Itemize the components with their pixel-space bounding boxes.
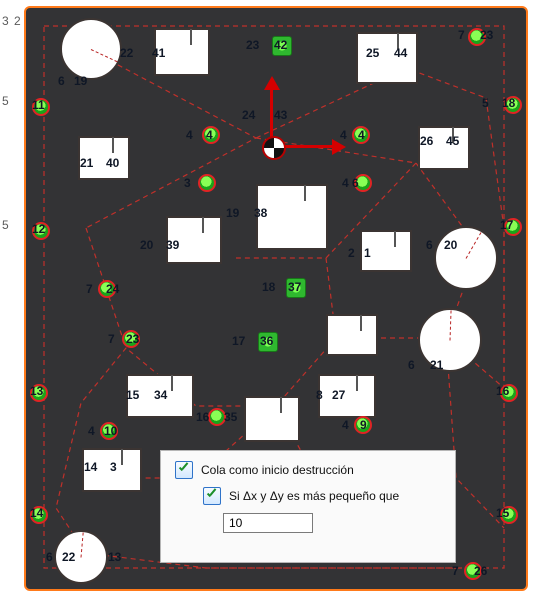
drill-point[interactable] <box>198 174 216 192</box>
drill-point[interactable] <box>354 416 372 434</box>
drill-point[interactable] <box>122 330 140 348</box>
part-circle[interactable] <box>54 530 108 584</box>
part-hole[interactable] <box>258 332 278 352</box>
checkbox-delta-smaller-than[interactable] <box>203 487 221 505</box>
drill-point[interactable] <box>202 126 220 144</box>
drill-point[interactable] <box>468 28 486 46</box>
part-rect[interactable] <box>82 448 142 492</box>
drill-point[interactable] <box>30 384 48 402</box>
drill-point[interactable] <box>500 384 518 402</box>
drill-point[interactable] <box>32 222 50 240</box>
part-hole[interactable] <box>272 36 292 56</box>
part-rect[interactable] <box>356 32 418 84</box>
options-panel: Cola como inicio destrucción Si Δx y Δy … <box>160 450 456 563</box>
origin-symbol[interactable] <box>262 136 286 160</box>
axis-label: 3 <box>2 14 9 28</box>
checkbox-queue-as-destruction-start[interactable] <box>175 461 193 479</box>
drill-point[interactable] <box>32 98 50 116</box>
drill-point[interactable] <box>100 422 118 440</box>
drill-point[interactable] <box>504 218 522 236</box>
drill-point[interactable] <box>98 280 116 298</box>
part-rect[interactable] <box>360 230 412 272</box>
axis-arrow-y <box>270 84 273 140</box>
drill-point[interactable] <box>354 174 372 192</box>
axis-label: 2 <box>14 14 21 28</box>
axis-arrow-x <box>282 145 334 148</box>
checkbox-label: Si Δx y Δy es más pequeño que <box>229 489 399 503</box>
part-rect[interactable] <box>126 374 194 418</box>
part-rect[interactable] <box>318 374 376 418</box>
part-rect[interactable] <box>154 28 210 76</box>
part-circle[interactable] <box>418 308 482 372</box>
axis-label: 5 <box>2 94 9 108</box>
threshold-input[interactable] <box>223 513 313 533</box>
part-rect[interactable] <box>418 126 470 170</box>
part-rect[interactable] <box>78 136 130 180</box>
part-hole[interactable] <box>286 278 306 298</box>
axis-arrowhead <box>264 76 280 90</box>
layout-board[interactable]: 22 41 23 42 25 44 7 23 6 19 11 5 18 24 4… <box>24 6 528 591</box>
part-circle[interactable] <box>60 18 122 80</box>
drill-point[interactable] <box>352 126 370 144</box>
drill-point[interactable] <box>30 506 48 524</box>
part-rect[interactable] <box>244 396 300 442</box>
part-circle[interactable] <box>434 226 498 290</box>
drill-point[interactable] <box>208 408 226 426</box>
axis-arrowhead <box>332 139 346 155</box>
part-rect[interactable] <box>256 184 328 250</box>
checkbox-label: Cola como inicio destrucción <box>201 463 354 477</box>
drill-point[interactable] <box>464 562 482 580</box>
part-rect[interactable] <box>166 216 222 264</box>
axis-label: 5 <box>2 218 9 232</box>
part-rect[interactable] <box>326 314 378 356</box>
drill-point[interactable] <box>504 96 522 114</box>
drill-point[interactable] <box>500 506 518 524</box>
